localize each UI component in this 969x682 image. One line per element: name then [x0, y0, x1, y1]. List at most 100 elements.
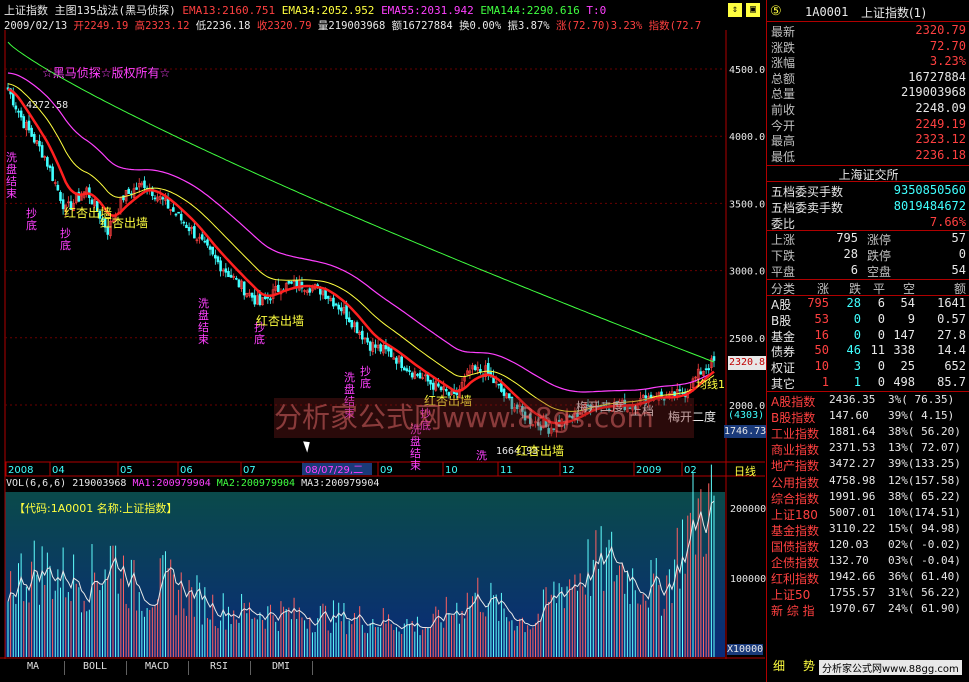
divider — [767, 181, 969, 182]
indicator-name[interactable]: 主图135战法 — [55, 4, 119, 17]
tab-macd[interactable]: MACD — [126, 661, 189, 675]
time-tick: 09 — [380, 465, 393, 476]
time-ticks: 2008 04 05 06 07 08/07/29,二 09 10 11 12 2009 02 — [5, 462, 697, 476]
candle-body — [19, 110, 23, 118]
panel-title-row: ⑤ 1A0001 上证指数(1) — [767, 4, 969, 20]
candle-body — [266, 296, 270, 299]
time-tick: 07 — [243, 465, 256, 476]
category-row[interactable]: 权证 10 3 0 25 652 — [767, 359, 969, 375]
volume-value: 量219003968 — [317, 20, 386, 32]
bar-date: 2009/02/13 — [4, 20, 68, 32]
candle-body — [408, 370, 411, 372]
index-change: 15%( 94.98) — [888, 521, 961, 535]
tab-dmi[interactable]: DMI — [250, 661, 313, 675]
cat-cell: 1641 — [937, 296, 966, 310]
cat-cell: 25 — [900, 359, 915, 374]
breadth-label-2: 空盘 — [867, 265, 892, 279]
candle-body — [389, 348, 393, 358]
trend-tab[interactable]: 势 — [803, 657, 815, 674]
time-tick: 02 — [684, 465, 697, 476]
candle-body — [429, 379, 432, 385]
quote-panel: ⑤ 1A0001 上证指数(1) 最新 2320.79 涨跌 72.70 涨幅 3.23%… — [766, 0, 969, 682]
index-row[interactable]: 红利指数 1942.66 36%( 61.40) — [767, 570, 969, 586]
quote-value: 72.70 — [929, 38, 966, 53]
candle-body — [712, 356, 716, 361]
candle-body — [502, 388, 506, 396]
cat-cell: 54 — [900, 296, 915, 310]
cat-cell: 0 — [853, 311, 861, 326]
cat-cell: 0 — [877, 327, 885, 342]
depth-row: 委比 7.66% — [767, 215, 969, 231]
time-tick: 2009 — [636, 465, 661, 476]
index-row[interactable]: 公用指数 4758.98 12%(157.58) — [767, 474, 969, 490]
index-name: 公用指数 — [771, 475, 820, 490]
kline-chart[interactable]: 4500.004000.003500.003000.002500.002000.… — [0, 0, 765, 682]
index-change: 12%(157.58) — [888, 473, 961, 487]
index-row[interactable]: A股指数 2436.35 3%( 76.35) — [767, 393, 969, 409]
ema55-line — [7, 72, 715, 393]
candle-body — [340, 307, 343, 312]
category-row[interactable]: 其它 1 1 0 498 85.7 — [767, 375, 969, 391]
category-row[interactable]: B股 53 0 0 9 0.57 — [767, 312, 969, 328]
category-row[interactable]: 基金 16 0 0 147 27.8 — [767, 328, 969, 344]
vol-ma1: MA1:200979904 — [132, 478, 211, 489]
index-row[interactable]: 基金指数 3110.22 15%( 94.98) — [767, 522, 969, 538]
index-row[interactable]: 地产指数 3472.27 39%(133.25) — [767, 457, 969, 473]
index-row[interactable]: 综合指数 1991.96 38%( 65.22) — [767, 490, 969, 506]
tab-ma[interactable]: MA — [2, 661, 65, 675]
bottom-buy-label-1: 抄底 — [26, 207, 37, 232]
index-row[interactable]: 工业指数 1881.64 38%( 56.20) — [767, 425, 969, 441]
candle-body — [395, 357, 398, 364]
ohlc-header: 2009/02/13 开2249.19 高2323.12 低2236.18 收2… — [4, 18, 701, 33]
index-row[interactable]: B股指数 147.60 39%( 4.15) — [767, 409, 969, 425]
index-row[interactable]: 新 综 指 1970.67 24%( 61.90) — [767, 602, 969, 618]
wash-end-label-2: 洗盘结束 — [198, 297, 209, 346]
candle-body — [17, 110, 20, 113]
cat-cell: 1 — [821, 375, 829, 389]
quote-row: 最新 2320.79 — [767, 23, 969, 39]
candle-body — [345, 304, 348, 319]
time-tick: 04 — [52, 465, 65, 476]
index-value: 1970.67 — [829, 602, 876, 616]
vol-unit: X10000 — [727, 644, 764, 655]
candle-body — [22, 116, 26, 129]
quote-value: 2248.09 — [915, 101, 966, 115]
tab-boll[interactable]: BOLL — [64, 661, 127, 675]
category-row[interactable]: 债券 50 46 11 338 14.4 — [767, 343, 969, 359]
panel-code: 1A0001 — [805, 5, 849, 19]
category-row[interactable]: A股 795 28 6 54 1641 — [767, 296, 969, 312]
ema34-value: EMA34:2052.952 — [281, 4, 375, 17]
candle-body — [56, 184, 60, 191]
vol-title: VOL(6,6,6) — [6, 478, 67, 489]
cat-cell: 6 — [877, 296, 885, 310]
index-row[interactable]: 国债指数 120.03 02%( -0.02) — [767, 538, 969, 554]
index-value: 2371.53 — [829, 441, 876, 455]
chart-area[interactable]: 4500.004000.003500.003000.002500.002000.… — [0, 0, 766, 682]
candle-body — [219, 260, 222, 272]
index-change: 39%(133.25) — [888, 457, 961, 471]
pin-icon[interactable]: ⇕ — [728, 3, 742, 17]
candle-body — [135, 187, 138, 190]
site-watermark: 分析家公式网www.88gs.com — [274, 398, 694, 438]
depth-label: 五档委买手数 — [771, 185, 844, 199]
expand-icon[interactable]: ▣ — [746, 3, 760, 17]
candle-body — [206, 239, 209, 246]
quote-value: 2320.79 — [915, 23, 966, 37]
candle-body — [153, 197, 157, 200]
index-name: 地产指数 — [771, 459, 820, 474]
index-row[interactable]: 企债指数 132.70 03%( -0.04) — [767, 554, 969, 570]
index-row[interactable]: 上证180 5007.01 10%(174.51) — [767, 506, 969, 522]
detail-tab[interactable]: 细 — [773, 657, 785, 674]
candle-body — [235, 278, 238, 280]
cat-cell: 53 — [814, 311, 829, 326]
price-grid — [5, 68, 726, 406]
index-row[interactable]: 商业指数 2371.53 13%( 72.07) — [767, 441, 969, 457]
candle-body — [337, 304, 340, 310]
candle-body — [187, 227, 191, 232]
tab-rsi[interactable]: RSI — [188, 661, 251, 675]
quote-label: 最低 — [771, 149, 796, 164]
index-name: 红利指数 — [771, 572, 820, 587]
candle-body — [405, 368, 409, 372]
period-label[interactable]: 日线 — [734, 463, 756, 479]
index-row[interactable]: 上证50 1755.57 31%( 56.22) — [767, 586, 969, 602]
